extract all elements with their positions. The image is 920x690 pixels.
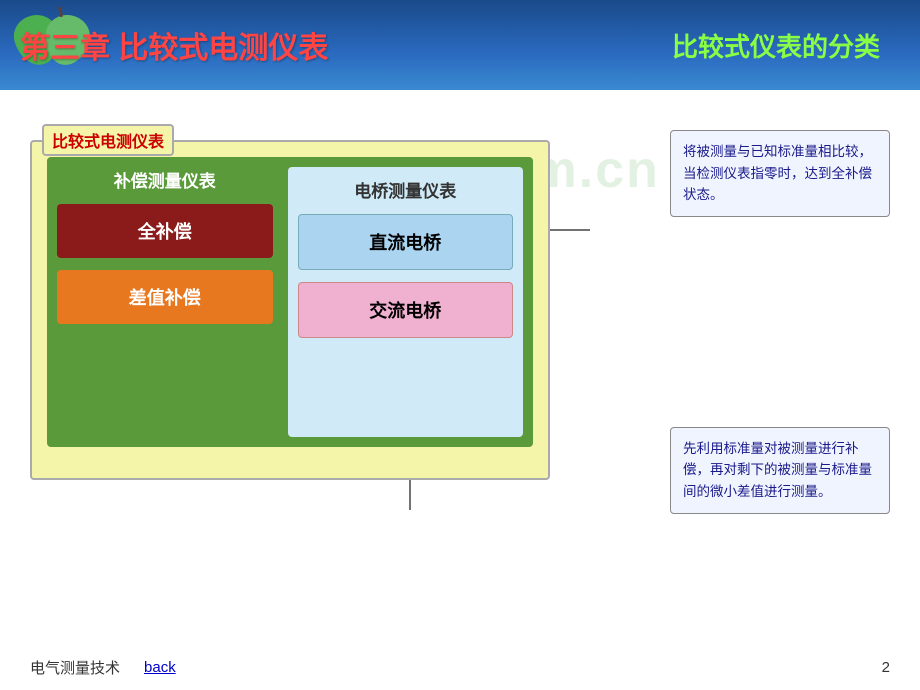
bridge-column: 电桥测量仪表 直流电桥 交流电桥	[288, 167, 524, 437]
callout-boxes: 将被测量与已知标准量相比较，当检测仪表指零时，达到全补偿状态。 先利用标准量对被…	[670, 110, 890, 630]
compensation-title: 补偿测量仪表	[57, 167, 273, 192]
back-button[interactable]: back	[144, 659, 176, 676]
inner-box: 补偿测量仪表 全补偿 差值补偿 电桥测量仪表 直流电桥 交流电桥	[47, 157, 533, 447]
page-number: 2	[882, 659, 890, 676]
footer-left-text: 电气测量技术	[30, 657, 120, 678]
full-compensation-btn: 全补偿	[57, 204, 273, 258]
ac-bridge-btn: 交流电桥	[298, 282, 514, 338]
diff-compensation-btn: 差值补偿	[57, 270, 273, 324]
main-content: 比较式电测仪表 补偿测量仪表 全补偿 差值补偿 电桥测量仪表 直流电桥 交流电桥	[0, 90, 920, 650]
diagram-container: 比较式电测仪表 补偿测量仪表 全补偿 差值补偿 电桥测量仪表 直流电桥 交流电桥	[30, 110, 650, 630]
callout-bottom: 先利用标准量对被测量进行补偿，再对剩下的被测量与标准量间的微小差值进行测量。	[670, 427, 890, 514]
compensation-column: 补偿测量仪表 全补偿 差值补偿	[57, 167, 273, 437]
outer-box-label: 比较式电测仪表	[42, 124, 174, 156]
callout-top: 将被测量与已知标准量相比较，当检测仪表指零时，达到全补偿状态。	[670, 130, 890, 217]
header-title-left: 第三章 比较式电测仪表	[20, 23, 328, 67]
dc-bridge-btn: 直流电桥	[298, 214, 514, 270]
footer: 电气测量技术 back 2	[30, 657, 890, 678]
bridge-title: 电桥测量仪表	[298, 177, 514, 202]
header: 第三章 比较式电测仪表 比较式仪表的分类	[0, 0, 920, 90]
header-title-right: 比较式仪表的分类	[672, 27, 880, 64]
outer-box: 比较式电测仪表 补偿测量仪表 全补偿 差值补偿 电桥测量仪表 直流电桥 交流电桥	[30, 140, 550, 480]
